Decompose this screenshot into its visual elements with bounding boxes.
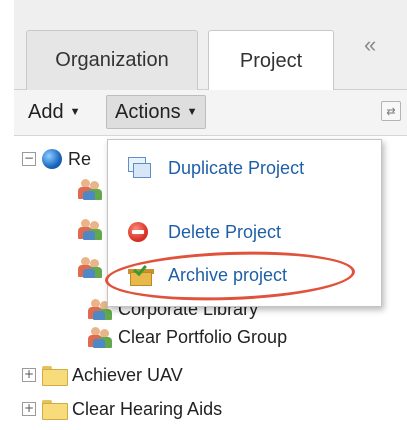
caret-down-icon: ▼ xyxy=(69,106,81,118)
menu-item-archive-project[interactable]: Archive project xyxy=(108,253,381,297)
toolbar: Add ▼ Actions ▼ ⇄ xyxy=(14,90,407,136)
duplicate-icon xyxy=(128,157,152,179)
delete-icon xyxy=(128,222,148,242)
add-button[interactable]: Add ▼ xyxy=(20,95,88,129)
actions-menu: Duplicate Project Delete Project Archive… xyxy=(107,139,382,307)
tree-node-root[interactable]: − Re xyxy=(22,145,91,173)
group-icon xyxy=(78,218,102,240)
collapse-toggle-icon[interactable]: − xyxy=(22,152,36,166)
tab-project[interactable]: Project xyxy=(208,30,334,91)
expand-toggle-icon[interactable]: + xyxy=(22,402,36,416)
folder-icon xyxy=(42,366,68,386)
actions-button-label: Actions xyxy=(115,100,181,123)
tree-node-hidden[interactable] xyxy=(78,253,102,281)
refresh-icon[interactable]: ⇄ xyxy=(381,101,401,121)
tree-node-hidden[interactable] xyxy=(78,215,102,243)
double-chevron-left-icon[interactable]: « xyxy=(364,32,376,58)
tree-node-label: Achiever UAV xyxy=(72,364,183,385)
tree-node-label: Clear Hearing Aids xyxy=(72,398,223,419)
expand-toggle-icon[interactable]: + xyxy=(22,368,36,382)
tree-node-clear-portfolio-group[interactable]: Clear Portfolio Group xyxy=(88,323,287,351)
caret-down-icon: ▼ xyxy=(186,106,198,118)
tree-node-hidden[interactable] xyxy=(78,175,102,203)
group-icon xyxy=(78,256,102,278)
tabs-bar: Organization Project « xyxy=(14,0,407,91)
menu-item-label: Archive project xyxy=(168,264,288,285)
tree-node-achiever-uav[interactable]: + Achiever UAV xyxy=(22,361,183,389)
archive-icon xyxy=(128,261,154,287)
menu-item-label: Delete Project xyxy=(168,221,282,242)
actions-button[interactable]: Actions ▼ xyxy=(106,95,207,129)
tab-organization[interactable]: Organization xyxy=(26,30,198,90)
tree-node-label: Re xyxy=(68,148,92,169)
group-icon xyxy=(78,178,102,200)
folder-icon xyxy=(42,400,68,420)
tree-node-clear-hearing-aids[interactable]: + Clear Hearing Aids xyxy=(22,395,222,423)
add-button-label: Add xyxy=(28,100,64,123)
menu-item-duplicate-project[interactable]: Duplicate Project xyxy=(108,146,381,190)
group-icon xyxy=(88,326,112,348)
menu-item-label: Duplicate Project xyxy=(168,157,305,178)
tree-node-label: Clear Portfolio Group xyxy=(118,326,288,347)
globe-icon xyxy=(42,149,62,169)
menu-item-delete-project[interactable]: Delete Project xyxy=(108,210,381,254)
